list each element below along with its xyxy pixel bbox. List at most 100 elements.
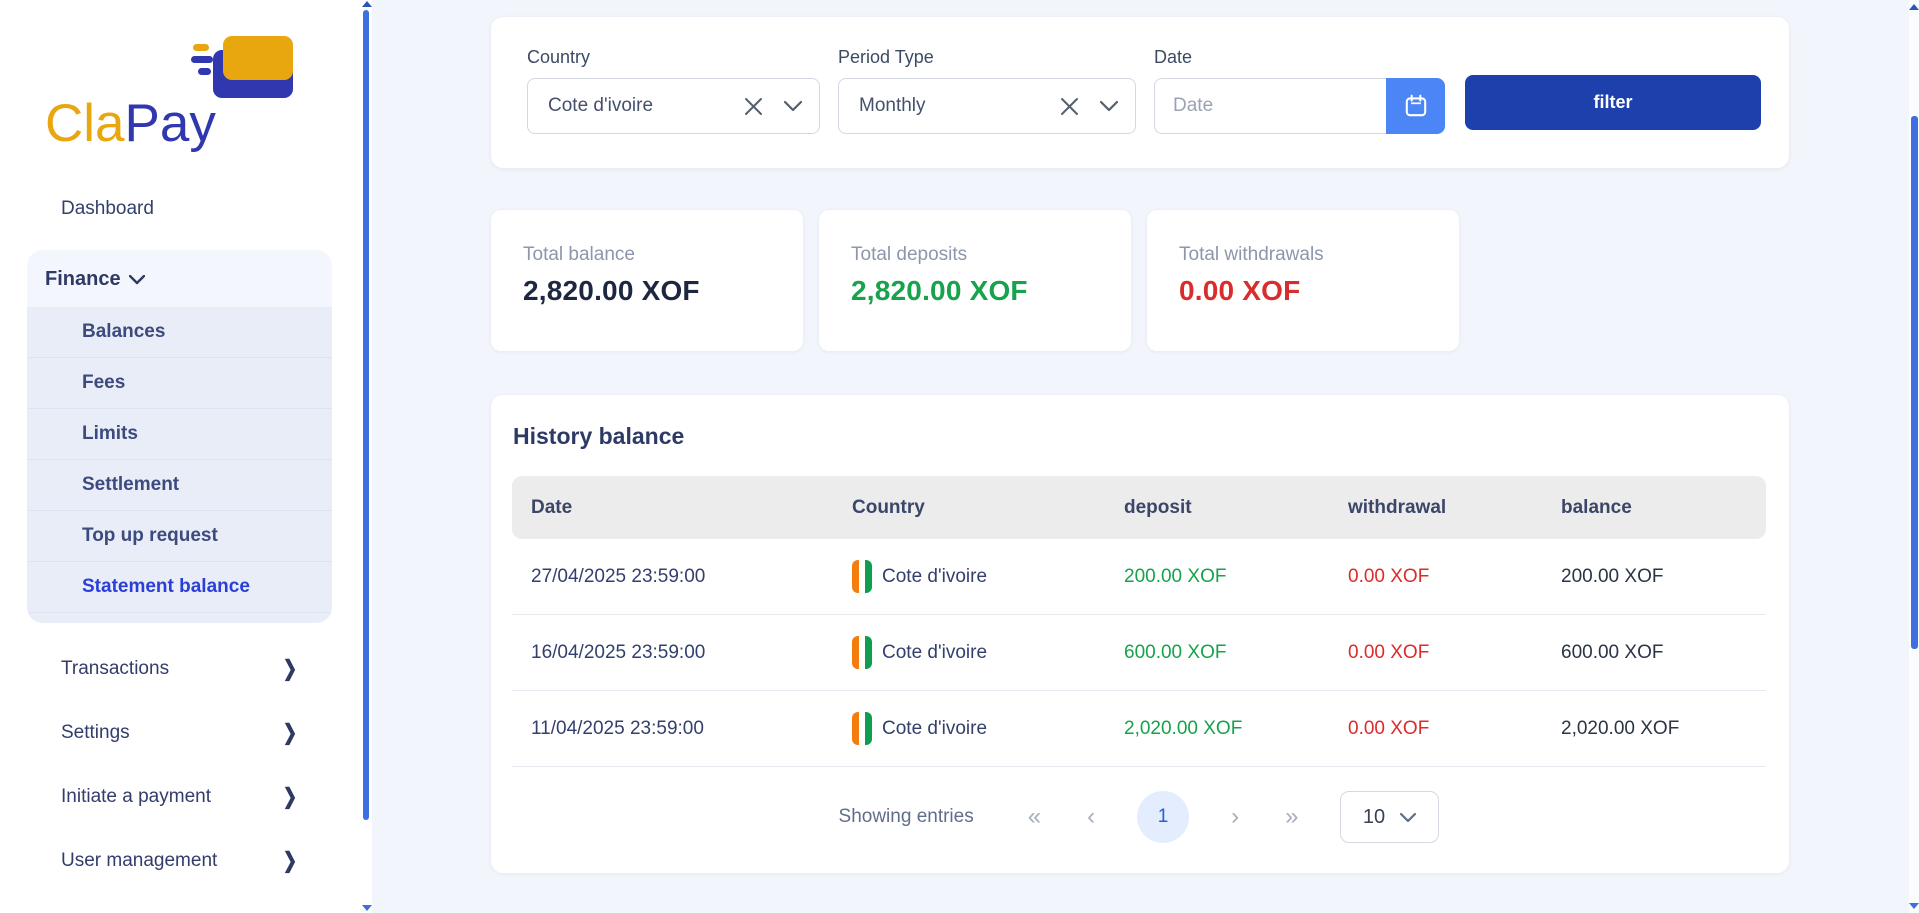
pagination: Showing entries « ‹ 1 › » 10 — [512, 781, 1766, 853]
cell-deposit: 200.00 XOF — [1124, 565, 1227, 587]
page-size-select[interactable]: 10 — [1340, 791, 1440, 843]
table-row: 27/04/2025 23:59:00 Cote d'ivoire 200.00 X… — [512, 539, 1766, 615]
finance-subitem-label: Settlement — [82, 474, 180, 495]
sidebar-item-initiate-a-payment[interactable]: Initiate a payment ❯ — [0, 765, 372, 829]
country-clear-icon[interactable] — [744, 97, 763, 116]
sidebar-finance-subitem[interactable]: Top up request — [27, 511, 332, 562]
logo-wordmark: ClaPay — [45, 93, 216, 154]
period-clear-icon[interactable] — [1060, 97, 1079, 116]
sidebar-scrollbar[interactable] — [362, 0, 372, 913]
sidebar-item-settings[interactable]: Settings ❯ — [0, 701, 372, 765]
cell-country: Cote d'ivoire — [833, 560, 1105, 593]
menu-item-label: Initiate a payment — [61, 786, 211, 807]
table-row: 11/04/2025 23:59:00 Cote d'ivoire 2,020.00… — [512, 691, 1766, 767]
cote-divoire-flag-icon — [852, 560, 872, 593]
date-field: Date — [1154, 47, 1445, 168]
filter-button-wrap: filter — [1465, 47, 1761, 168]
stat-label: Total withdrawals — [1179, 244, 1324, 265]
sidebar-scrollbar-thumb[interactable] — [363, 10, 369, 820]
table-row: 16/04/2025 23:59:00 Cote d'ivoire 600.00 X… — [512, 615, 1766, 691]
prev-page-icon[interactable]: ‹ — [1083, 805, 1099, 829]
sidebar-finance-subitem[interactable]: Limits — [27, 409, 332, 460]
stat-card-total-withdrawals: Total withdrawals 0.00 XOF — [1147, 210, 1459, 351]
country-select-value: Cote d'ivoire — [548, 95, 654, 116]
filter-button[interactable]: filter — [1465, 75, 1761, 130]
calendar-icon — [1405, 94, 1426, 117]
cell-date: 27/04/2025 23:59:00 — [531, 565, 706, 587]
country-field: Country Cote d'ivoire — [527, 47, 820, 168]
page-scroll-up-icon[interactable] — [1909, 4, 1919, 10]
stat-label: Total deposits — [851, 244, 968, 265]
menu-item-label: User management — [61, 850, 218, 871]
sidebar-item-finance[interactable]: Finance — [27, 250, 332, 307]
finance-submenu: Balances Fees Limits Settlement Top up reque… — [27, 307, 332, 623]
sidebar-finance-subitem[interactable]: Settlement — [27, 460, 332, 511]
calendar-button[interactable] — [1386, 78, 1445, 134]
chevron-down-icon — [128, 274, 145, 284]
column-header-deposit: deposit — [1124, 496, 1192, 518]
sidebar-item-dashboard[interactable]: Dashboard — [61, 198, 154, 220]
finance-subitem-label: Top up request — [82, 525, 218, 546]
sidebar-finance-subitem[interactable]: Fees — [27, 358, 332, 409]
cell-country: Cote d'ivoire — [833, 712, 1105, 745]
current-page-button[interactable]: 1 — [1137, 791, 1190, 843]
clapay-logo[interactable]: ClaPay — [45, 36, 305, 154]
last-page-icon[interactable]: » — [1281, 805, 1302, 829]
logo-text-pay: Pay — [124, 94, 216, 153]
cell-date: 11/04/2025 23:59:00 — [531, 717, 704, 739]
period-type-label: Period Type — [838, 47, 934, 67]
sidebar-item-transactions[interactable]: Transactions ❯ — [0, 637, 372, 701]
chevron-right-icon: ❯ — [282, 784, 297, 809]
cell-date: 16/04/2025 23:59:00 — [531, 641, 706, 663]
column-header-withdrawal: withdrawal — [1348, 496, 1447, 518]
sidebar-finance-subitem[interactable]: Statement balance — [27, 562, 332, 613]
date-input[interactable] — [1154, 78, 1386, 134]
main-content: Country Cote d'ivoire Period Type Monthl… — [372, 0, 1919, 913]
history-table-body: 27/04/2025 23:59:00 Cote d'ivoire 200.00 X… — [512, 539, 1766, 767]
menu-item-label: Transactions — [61, 658, 170, 679]
scroll-up-arrow-icon[interactable] — [362, 1, 372, 7]
next-page-icon[interactable]: › — [1227, 805, 1243, 829]
sidebar: ClaPay Dashboard Finance Balances Fees Lim… — [0, 0, 372, 913]
showing-entries-label: Showing entries — [838, 806, 974, 827]
period-type-select-value: Monthly — [859, 95, 926, 116]
country-chevron-down-icon[interactable] — [783, 100, 803, 112]
cell-country: Cote d'ivoire — [833, 636, 1105, 669]
stat-card-total-deposits: Total deposits 2,820.00 XOF — [819, 210, 1131, 351]
cell-deposit: 2,020.00 XOF — [1124, 717, 1243, 739]
column-header-date: Date — [531, 496, 573, 518]
cell-withdrawal: 0.00 XOF — [1348, 641, 1430, 663]
page-scrollbar-thumb[interactable] — [1911, 116, 1918, 649]
stat-value: 0.00 XOF — [1179, 275, 1301, 306]
country-select[interactable]: Cote d'ivoire — [527, 78, 820, 134]
sidebar-menu: Transactions ❯ Settings ❯ Initiate a payment… — [0, 637, 372, 893]
page-scroll-down-icon[interactable] — [1909, 903, 1919, 909]
period-type-select[interactable]: Monthly — [838, 78, 1136, 134]
logo-text-cla: Cla — [45, 94, 125, 153]
cote-divoire-flag-icon — [852, 636, 872, 669]
page-scrollbar[interactable] — [1909, 0, 1919, 913]
country-name: Cote d'ivoire — [882, 641, 988, 663]
stat-label: Total balance — [523, 244, 635, 265]
sidebar-item-user-management[interactable]: User management ❯ — [0, 829, 372, 893]
column-header-country: Country — [852, 496, 925, 518]
cote-divoire-flag-icon — [852, 712, 872, 745]
finance-subitem-label: Fees — [82, 372, 126, 393]
finance-label: Finance — [45, 268, 121, 290]
stat-card-total-balance: Total balance 2,820.00 XOF — [491, 210, 803, 351]
finance-subitem-label: Balances — [82, 321, 166, 342]
cell-withdrawal: 0.00 XOF — [1348, 565, 1430, 587]
scroll-down-arrow-icon[interactable] — [362, 905, 372, 911]
country-label: Country — [527, 47, 591, 67]
first-page-icon[interactable]: « — [1024, 805, 1045, 829]
period-chevron-down-icon[interactable] — [1099, 100, 1119, 112]
filter-bar: Country Cote d'ivoire Period Type Monthl… — [491, 17, 1789, 168]
stat-value: 2,820.00 XOF — [851, 275, 1028, 306]
page-size-value: 10 — [1362, 805, 1386, 828]
history-balance-card: History balance Date Country deposit withdr… — [491, 395, 1789, 873]
history-balance-title: History balance — [513, 423, 685, 449]
cell-balance: 2,020.00 XOF — [1561, 717, 1680, 739]
column-header-balance: balance — [1561, 496, 1632, 518]
country-name: Cote d'ivoire — [882, 717, 988, 739]
sidebar-finance-subitem[interactable]: Balances — [27, 307, 332, 358]
